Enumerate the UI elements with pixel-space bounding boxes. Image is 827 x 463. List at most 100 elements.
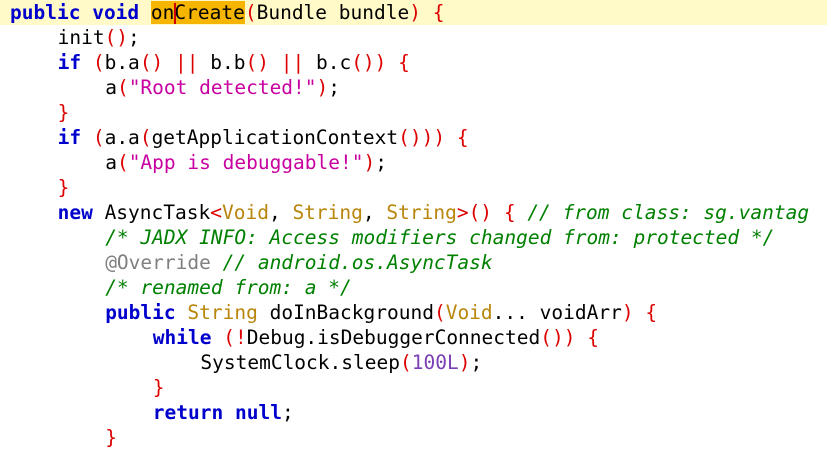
code-line-4[interactable]: a("Root detected!"); [0, 75, 827, 100]
code-token: } [57, 101, 70, 124]
code-token: () [139, 51, 164, 74]
code-token: } [105, 426, 117, 449]
code-token: void [92, 1, 140, 24]
code-token: b.c [304, 51, 352, 74]
code-token: { [456, 126, 469, 149]
code-token: if [57, 126, 82, 149]
code-line-11[interactable]: @Override // android.os.AsyncTask [0, 250, 827, 275]
code-token: a [105, 151, 117, 174]
code-token: () [245, 51, 269, 74]
code-token: { [503, 201, 516, 224]
code-token: Void [445, 301, 493, 324]
code-token: if [57, 51, 82, 74]
code-token: b.b [198, 51, 246, 74]
code-token: "Root detected!" [128, 76, 317, 99]
code-token: ()) [351, 51, 387, 74]
code-token: { [398, 51, 410, 74]
code-token: AsyncTask [92, 201, 211, 224]
code-line-8[interactable]: } [0, 175, 827, 200]
highlighted-token: onCreate [150, 1, 245, 24]
code-line-7[interactable]: a("App is debuggable!"); [0, 150, 827, 175]
code-line-14[interactable]: while (!Debug.isDebuggerConnected()) { [0, 325, 827, 350]
code-token: getApplicationContext [151, 126, 399, 149]
code-line-18[interactable]: } [0, 425, 827, 450]
code-token: ())) [398, 126, 446, 149]
code-token: a [105, 76, 117, 99]
code-token: ( [116, 76, 129, 99]
code-token: ; [281, 401, 294, 424]
code-token: ) [409, 1, 421, 24]
code-token: while [152, 326, 212, 349]
code-token: ( [244, 1, 257, 24]
code-token: ( [139, 126, 152, 149]
code-token: ( [92, 51, 105, 74]
code-line-5[interactable]: } [0, 100, 827, 125]
code-token: public [105, 301, 176, 324]
code-token: /* renamed from: a */ [105, 276, 352, 299]
code-token: null [235, 401, 282, 424]
code-line-12[interactable]: /* renamed from: a */ [0, 275, 827, 300]
code-token: String [386, 201, 457, 224]
code-line-10[interactable]: /* JADX INFO: Access modifiers changed f… [0, 225, 827, 250]
code-line-6[interactable]: if (a.a(getApplicationContext())) { [0, 125, 827, 150]
code-token: || [175, 51, 199, 74]
code-line-3[interactable]: if (b.a() || b.b() || b.c()) { [0, 50, 827, 75]
code-token: ; [128, 26, 140, 49]
code-token: ( [399, 351, 412, 374]
code-token: ) [621, 301, 634, 324]
code-editor[interactable]: public void onCreate (Bundle bundle) {ini… [0, 0, 827, 463]
code-token: /* JADX INFO: Access modifiers changed f… [105, 226, 775, 249]
code-line-13[interactable]: public String doInBackground(Void... voi… [0, 300, 827, 325]
code-token: @Override [105, 251, 211, 274]
code-token: new [57, 201, 93, 224]
code-line-15[interactable]: SystemClock.sleep(100L); [0, 350, 827, 375]
code-token: public [10, 1, 81, 24]
code-line-9[interactable]: new AsyncTask<Void, String, String>() { … [0, 200, 827, 225]
code-token: a.a [104, 126, 140, 149]
code-token: return [152, 401, 224, 424]
code-line-1[interactable]: public void onCreate (Bundle bundle) { [0, 0, 827, 25]
code-token: b.a [104, 51, 140, 74]
code-token: { [645, 301, 658, 324]
code-token: (! [223, 326, 247, 349]
code-token: ; [375, 151, 387, 174]
code-token: "App is debuggable!" [128, 151, 364, 174]
text-cursor [173, 3, 176, 24]
code-line-16[interactable]: } [0, 375, 827, 400]
code-token: () [104, 26, 129, 49]
code-token: // android.os.AsyncTask [222, 251, 493, 274]
code-token: ; [470, 351, 483, 374]
code-token: ) [458, 351, 471, 374]
code-line-2[interactable]: init(); [0, 25, 827, 50]
code-token: Void [221, 201, 269, 224]
code-token: doInBackground [257, 301, 434, 324]
code-token: >() [456, 201, 493, 224]
code-token: 100L [411, 351, 459, 374]
code-line-17[interactable]: return null; [0, 400, 827, 425]
code-token: { [587, 326, 599, 349]
code-token: ( [433, 301, 446, 324]
code-token: } [152, 376, 165, 399]
code-token: Debug.isDebuggerConnected [246, 326, 541, 349]
code-token: { [432, 1, 445, 24]
code-token: ... voidArr [492, 301, 622, 324]
code-token: } [57, 176, 70, 199]
code-token: , [362, 201, 387, 224]
code-token: ) [363, 151, 376, 174]
